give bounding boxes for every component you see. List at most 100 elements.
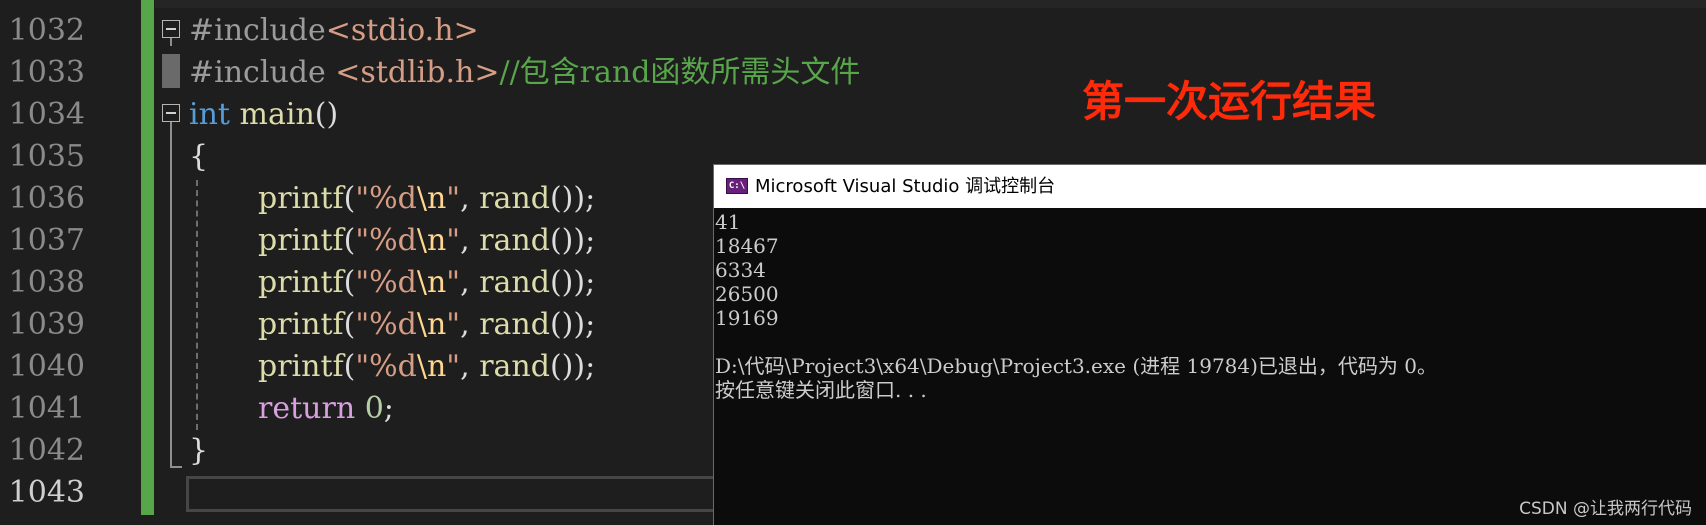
separator: ,	[460, 181, 480, 216]
rand-call: rand	[479, 307, 550, 342]
rand-call: rand	[479, 181, 550, 216]
line-number: 1039	[8, 307, 85, 342]
collapse-toggle-icon[interactable]	[162, 104, 180, 122]
format-string: "%d	[355, 223, 417, 258]
format-string-end: "	[446, 349, 461, 384]
close-parens: ());	[549, 181, 596, 216]
close-brace: }	[189, 433, 209, 468]
code-line-1038[interactable]: printf("%d\n", rand());	[258, 262, 595, 304]
format-string: "%d	[355, 307, 417, 342]
printf-call: printf	[258, 265, 344, 300]
console-output[interactable]: 41 18467 6334 26500 19169 D:\代码\Project3…	[715, 210, 1705, 402]
change-tracking-bar	[141, 0, 154, 515]
fold-region-marker	[162, 54, 180, 88]
line-number: 1041	[8, 391, 85, 426]
watermark: CSDN @让我两行代码	[1519, 499, 1692, 519]
paren: (	[343, 349, 356, 384]
preprocessor-directive: #include	[189, 55, 326, 90]
current-line-highlight[interactable]	[186, 476, 726, 512]
return-value: 0	[364, 391, 384, 426]
line-number: 1035	[8, 139, 85, 174]
close-parens: ());	[549, 223, 596, 258]
parentheses: ()	[314, 97, 339, 132]
format-string: "%d	[355, 181, 417, 216]
code-line-1036[interactable]: printf("%d\n", rand());	[258, 178, 595, 220]
escape-sequence: \n	[416, 349, 447, 384]
printf-call: printf	[258, 181, 344, 216]
format-string-end: "	[446, 223, 461, 258]
escape-sequence: \n	[416, 265, 447, 300]
console-exit-message: D:\代码\Project3\x64\Debug\Project3.exe (进…	[715, 354, 1438, 378]
type-keyword: int	[189, 97, 230, 132]
fold-guide	[170, 38, 172, 46]
close-parens: ());	[549, 307, 596, 342]
code-line-1042[interactable]: }	[189, 430, 208, 472]
line-number-current: 1043	[8, 475, 85, 510]
run-result-annotation: 第一次运行结果	[1082, 77, 1377, 126]
collapse-toggle-icon[interactable]	[162, 20, 180, 38]
indent-guide	[196, 180, 198, 430]
line-number-gutter: 1032 1033 1034 1035 1036 1037 1038 1039 …	[0, 0, 145, 524]
code-line-1033[interactable]: #include <stdlib.h>//包含rand函数所需头文件	[189, 52, 860, 94]
line-number: 1033	[8, 55, 85, 90]
code-comment: //包含rand函数所需头文件	[499, 55, 861, 90]
include-header: <stdlib.h>	[335, 55, 500, 90]
code-line-1034[interactable]: int main()	[189, 94, 338, 136]
escape-sequence: \n	[416, 307, 447, 342]
console-app-icon: C:\	[726, 178, 748, 194]
open-brace: {	[189, 139, 209, 174]
debug-console-window[interactable]: C:\ Microsoft Visual Studio 调试控制台 41 184…	[713, 164, 1706, 525]
console-window-title: Microsoft Visual Studio 调试控制台	[755, 176, 1056, 197]
code-line-1037[interactable]: printf("%d\n", rand());	[258, 220, 595, 262]
paren: (	[343, 307, 356, 342]
separator: ,	[460, 307, 480, 342]
escape-sequence: \n	[416, 223, 447, 258]
console-output-line: 26500	[715, 282, 779, 306]
line-number: 1032	[8, 13, 85, 48]
fold-guide	[170, 122, 172, 468]
escape-sequence: \n	[416, 181, 447, 216]
code-line-1040[interactable]: printf("%d\n", rand());	[258, 346, 595, 388]
console-output-line: 41	[715, 210, 741, 234]
rand-call: rand	[479, 223, 550, 258]
paren: (	[343, 265, 356, 300]
line-number: 1034	[8, 97, 85, 132]
rand-call: rand	[479, 265, 550, 300]
semicolon: ;	[383, 391, 394, 426]
console-titlebar[interactable]: C:\ Microsoft Visual Studio 调试控制台	[714, 165, 1706, 208]
separator: ,	[460, 349, 480, 384]
console-output-line: 6334	[715, 258, 766, 282]
return-keyword: return	[258, 391, 356, 426]
line-number: 1037	[8, 223, 85, 258]
code-line-1039[interactable]: printf("%d\n", rand());	[258, 304, 595, 346]
line-number: 1040	[8, 349, 85, 384]
format-string-end: "	[446, 181, 461, 216]
printf-call: printf	[258, 349, 344, 384]
separator: ,	[460, 265, 480, 300]
fold-guide-end	[170, 466, 182, 468]
console-output-line: 18467	[715, 234, 779, 258]
rand-call: rand	[479, 349, 550, 384]
format-string-end: "	[446, 265, 461, 300]
printf-call: printf	[258, 223, 344, 258]
printf-call: printf	[258, 307, 344, 342]
format-string-end: "	[446, 307, 461, 342]
line-number: 1036	[8, 181, 85, 216]
format-string: "%d	[355, 265, 417, 300]
preprocessor-directive: #include	[189, 13, 326, 48]
close-parens: ());	[549, 349, 596, 384]
code-line-1035[interactable]: {	[189, 136, 208, 178]
editor-top-strip	[155, 0, 1706, 8]
paren: (	[343, 223, 356, 258]
format-string: "%d	[355, 349, 417, 384]
paren: (	[343, 181, 356, 216]
console-output-line: 19169	[715, 306, 779, 330]
code-line-1041[interactable]: return 0;	[258, 388, 394, 430]
separator: ,	[460, 223, 480, 258]
function-name: main	[239, 97, 315, 132]
code-line-1032[interactable]: #include<stdio.h>	[189, 10, 479, 52]
